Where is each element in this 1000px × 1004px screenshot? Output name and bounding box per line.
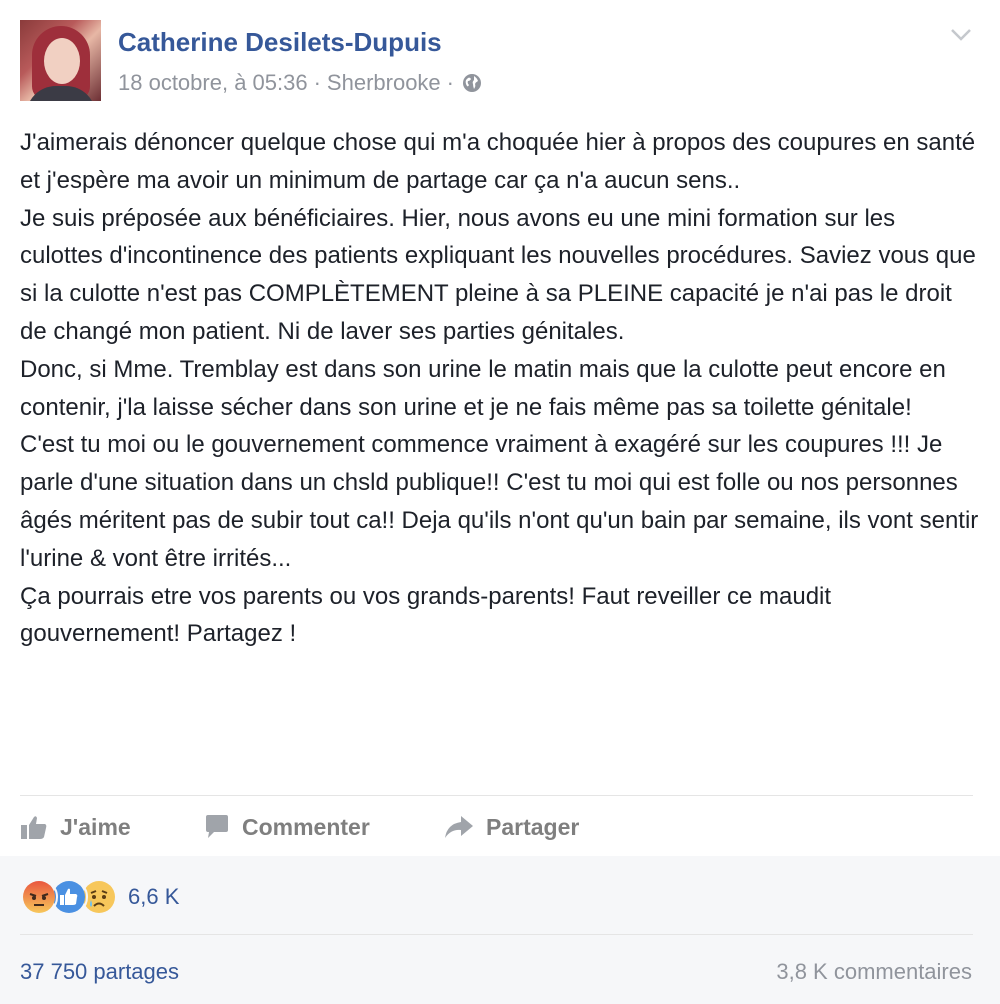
post-location[interactable]: Sherbrooke (327, 70, 441, 96)
post-paragraph: Je suis préposée aux bénéficiaires. Hier… (20, 204, 976, 345)
post-paragraph: J'aimerais dénoncer quelque chose qui m'… (20, 129, 976, 194)
meta-separator-2: · (446, 70, 454, 95)
author-avatar[interactable] (20, 20, 101, 101)
author-name[interactable]: Catherine Desilets-Dupuis (118, 27, 442, 58)
post-timestamp[interactable]: 18 octobre, à 05:36 (118, 70, 308, 96)
thumbs-up-icon (21, 816, 47, 839)
post-body: J'aimerais dénoncer quelque chose qui m'… (20, 124, 980, 653)
stats-divider (20, 934, 973, 935)
comment-icon (206, 815, 228, 838)
comments-count[interactable]: 3,8 K commentaires (776, 959, 972, 985)
like-label: J'aime (60, 813, 131, 840)
actions-divider (20, 795, 973, 796)
post-paragraph: C'est tu moi ou le gouvernement commence… (20, 431, 979, 572)
post-header: Catherine Desilets-Dupuis 18 octobre, à … (20, 20, 980, 102)
reaction-summary[interactable]: 6,6 K (20, 878, 179, 916)
post-footer: 6,6 K 37 750 partages 3,8 K commentaires (0, 856, 1000, 1004)
post-meta: 18 octobre, à 05:36 · Sherbrooke · (118, 70, 482, 96)
angry-reaction-icon (20, 878, 58, 916)
comment-button[interactable]: Commenter (204, 814, 444, 841)
post-paragraph: Ça pourrais etre vos parents ou vos gran… (20, 582, 832, 648)
globe-icon[interactable] (462, 73, 482, 93)
share-arrow-icon (445, 816, 473, 838)
post-actions: J'aime Commenter Partager (20, 805, 579, 849)
like-button[interactable]: J'aime (20, 814, 204, 841)
meta-separator: · (313, 70, 321, 95)
reaction-count[interactable]: 6,6 K (128, 884, 179, 910)
facebook-post: Catherine Desilets-Dupuis 18 octobre, à … (0, 0, 1000, 1004)
comment-label: Commenter (242, 813, 370, 840)
shares-count[interactable]: 37 750 partages (20, 959, 179, 985)
post-paragraph: Donc, si Mme. Tremblay est dans son urin… (20, 355, 946, 421)
share-button[interactable]: Partager (444, 814, 579, 841)
chevron-down-icon[interactable] (950, 28, 972, 42)
share-label: Partager (486, 813, 580, 840)
